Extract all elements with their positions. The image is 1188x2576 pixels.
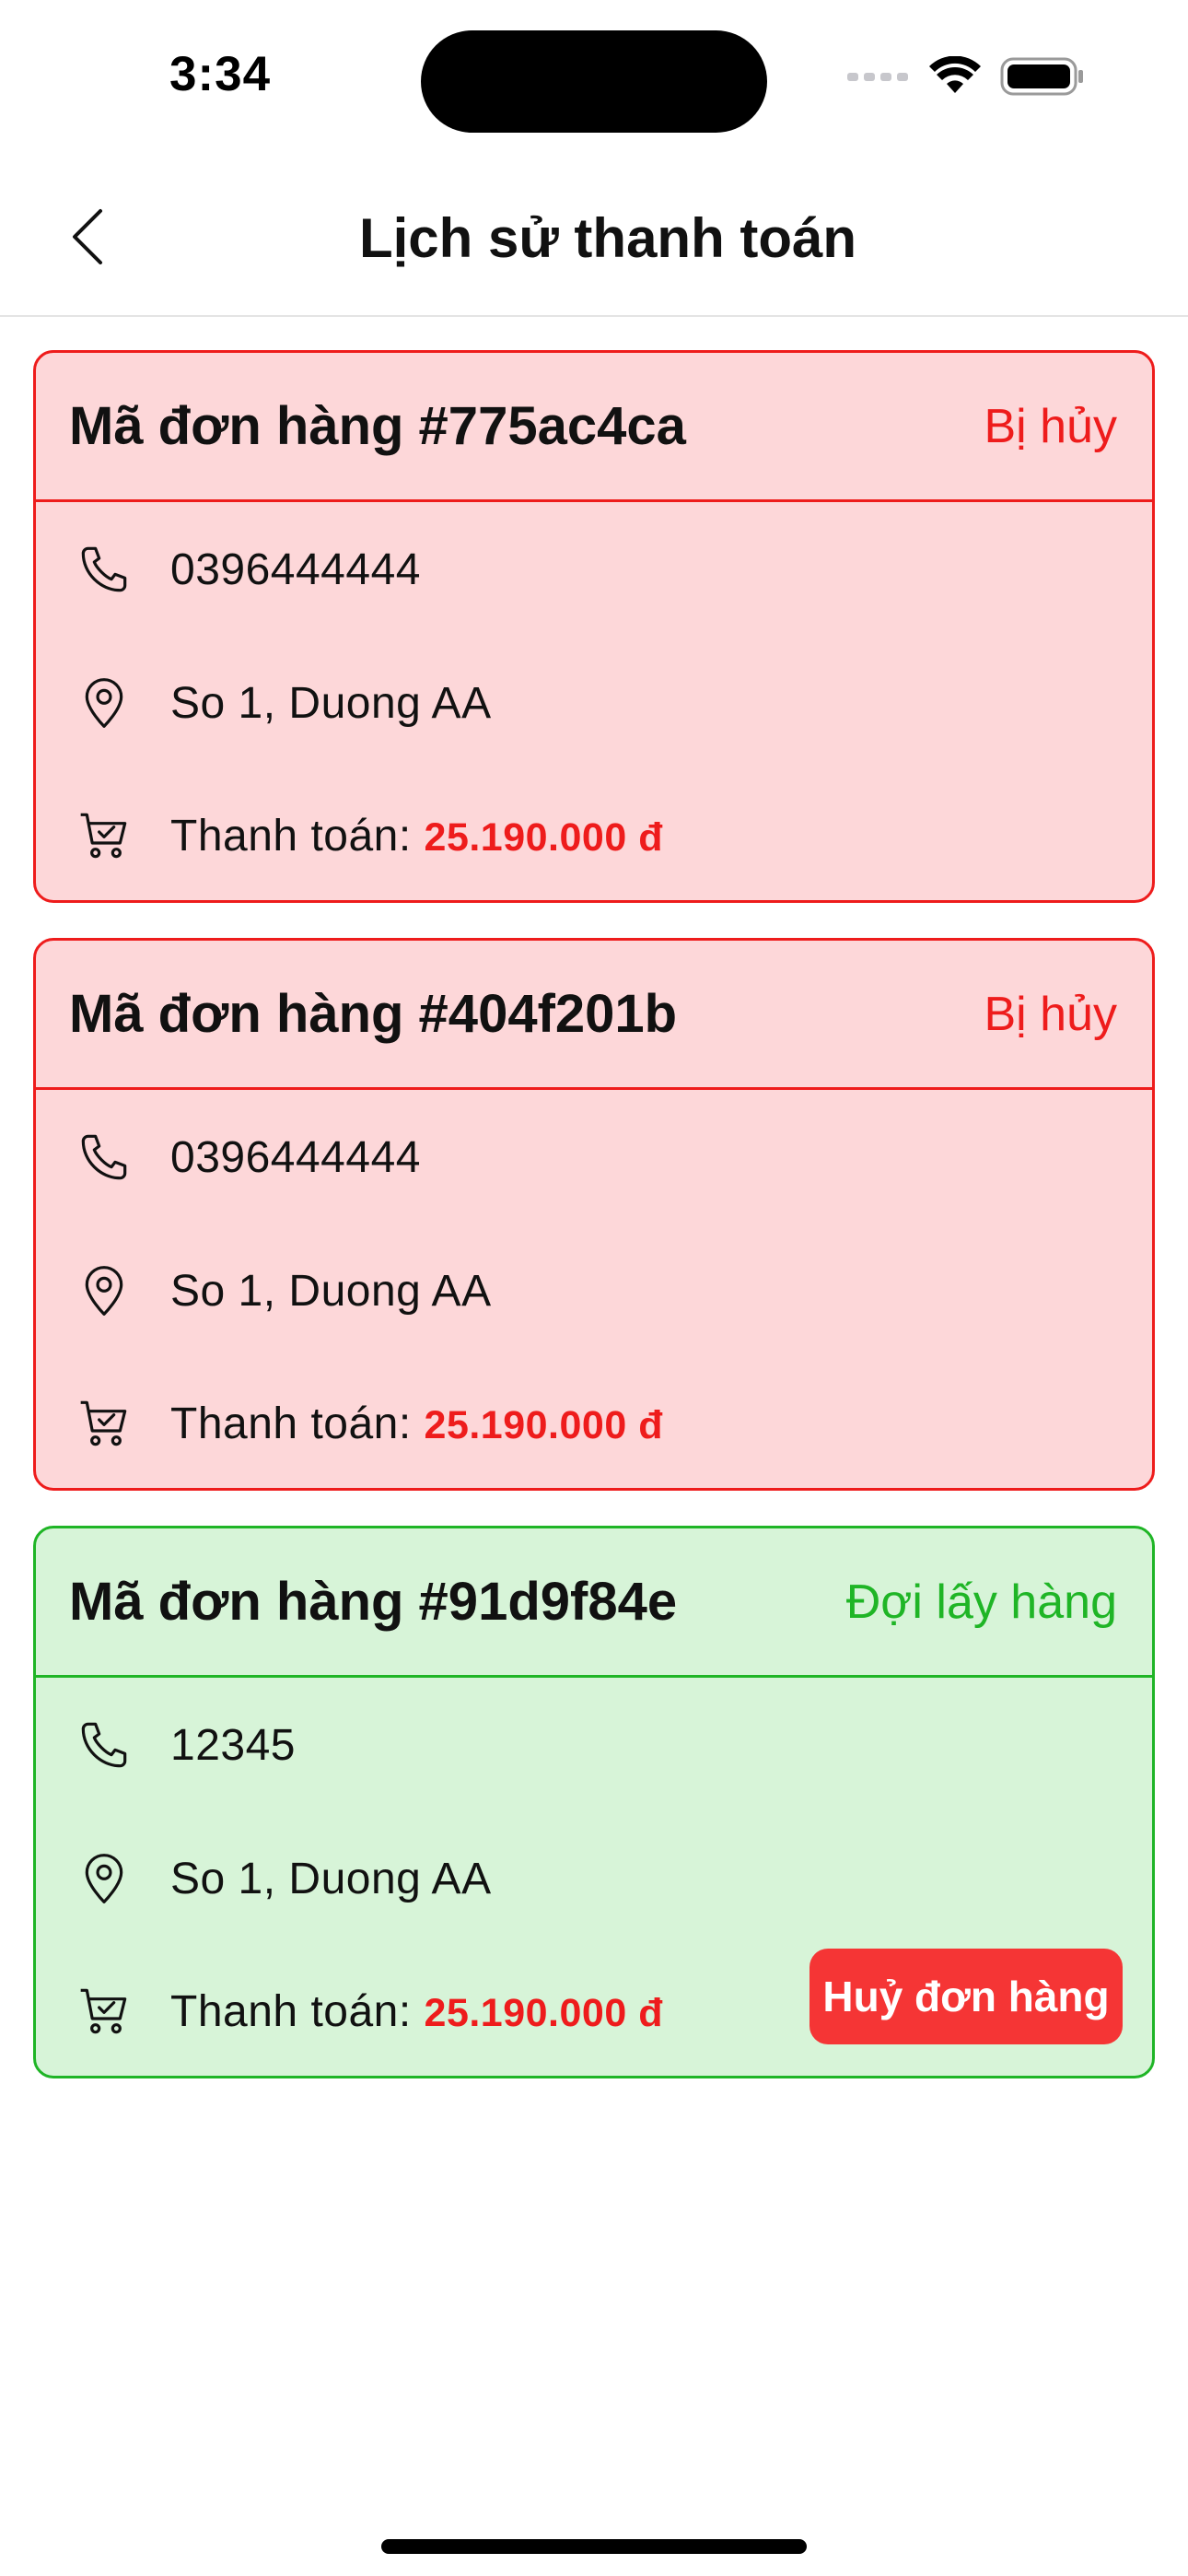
order-list: Mã đơn hàng #775ac4ca Bị hủy 0396444444	[33, 350, 1155, 2113]
order-card[interactable]: Mã đơn hàng #91d9f84e Đợi lấy hàng 12345	[33, 1526, 1155, 2078]
page-title: Lịch sử thanh toán	[358, 207, 857, 269]
order-header: Mã đơn hàng #404f201b Bị hủy	[36, 941, 1152, 1090]
phone-icon	[69, 1710, 139, 1780]
payment-label: Thanh toán:	[170, 1399, 425, 1448]
order-header: Mã đơn hàng #91d9f84e Đợi lấy hàng	[36, 1528, 1152, 1678]
payment-amount: 25.190.000 đ	[424, 814, 663, 860]
phone-row: 0396444444	[69, 1090, 1119, 1224]
phone-icon	[69, 1122, 139, 1192]
payment-text: Thanh toán: 25.190.000 đ	[170, 1986, 663, 2037]
order-header: Mã đơn hàng #775ac4ca Bị hủy	[36, 353, 1152, 502]
payment-text: Thanh toán: 25.190.000 đ	[170, 1399, 663, 1449]
address-text: So 1, Duong AA	[170, 1854, 492, 1903]
order-status-badge: Bị hủy	[984, 399, 1117, 453]
order-status-badge: Bị hủy	[984, 987, 1117, 1041]
address-text: So 1, Duong AA	[170, 1266, 492, 1316]
address-row: So 1, Duong AA	[69, 1812, 1119, 1945]
nav-bar: Lịch sử thanh toán	[0, 166, 1188, 317]
address-row: So 1, Duong AA	[69, 637, 1119, 769]
phone-row: 0396444444	[69, 502, 1119, 637]
status-icons	[845, 55, 1085, 101]
phone-text: 12345	[170, 1720, 296, 1770]
signal-icon	[845, 67, 910, 90]
order-status-badge: Đợi lấy hàng	[845, 1575, 1117, 1629]
order-card[interactable]: Mã đơn hàng #775ac4ca Bị hủy 0396444444	[33, 350, 1155, 903]
phone-row: 12345	[69, 1678, 1119, 1812]
location-pin-icon	[69, 1256, 139, 1326]
payment-row: Thanh toán: 25.190.000 đ	[69, 769, 1119, 900]
payment-label: Thanh toán:	[170, 811, 425, 861]
payment-text: Thanh toán: 25.190.000 đ	[170, 811, 663, 861]
battery-icon	[1000, 56, 1085, 101]
order-body: 0396444444 So 1, Duong AA Thanh toán: 25…	[36, 1090, 1152, 1488]
payment-amount: 25.190.000 đ	[424, 1990, 663, 2035]
order-body: 0396444444 So 1, Duong AA Thanh toán: 25…	[36, 502, 1152, 900]
phone-icon	[69, 534, 139, 604]
dynamic-island	[421, 30, 767, 133]
cart-check-icon	[69, 1388, 139, 1458]
wifi-icon	[928, 55, 982, 101]
cart-check-icon	[69, 801, 139, 871]
phone-text: 0396444444	[170, 544, 421, 594]
home-indicator[interactable]	[381, 2539, 807, 2554]
order-id: Mã đơn hàng #404f201b	[69, 984, 678, 1044]
payment-row: Thanh toán: 25.190.000 đ	[69, 1357, 1119, 1488]
order-card[interactable]: Mã đơn hàng #404f201b Bị hủy 0396444444	[33, 938, 1155, 1491]
cart-check-icon	[69, 1976, 139, 2046]
location-pin-icon	[69, 1844, 139, 1914]
address-text: So 1, Duong AA	[170, 678, 492, 728]
location-pin-icon	[69, 668, 139, 738]
status-time: 3:34	[169, 47, 272, 101]
order-id: Mã đơn hàng #91d9f84e	[69, 1572, 678, 1632]
cancel-order-button[interactable]: Huỷ đơn hàng	[809, 1949, 1123, 2044]
order-id: Mã đơn hàng #775ac4ca	[69, 396, 686, 456]
payment-label: Thanh toán:	[170, 1986, 425, 2036]
status-bar: 3:34	[0, 0, 1188, 157]
phone-text: 0396444444	[170, 1132, 421, 1182]
payment-amount: 25.190.000 đ	[424, 1402, 663, 1447]
address-row: So 1, Duong AA	[69, 1224, 1119, 1357]
